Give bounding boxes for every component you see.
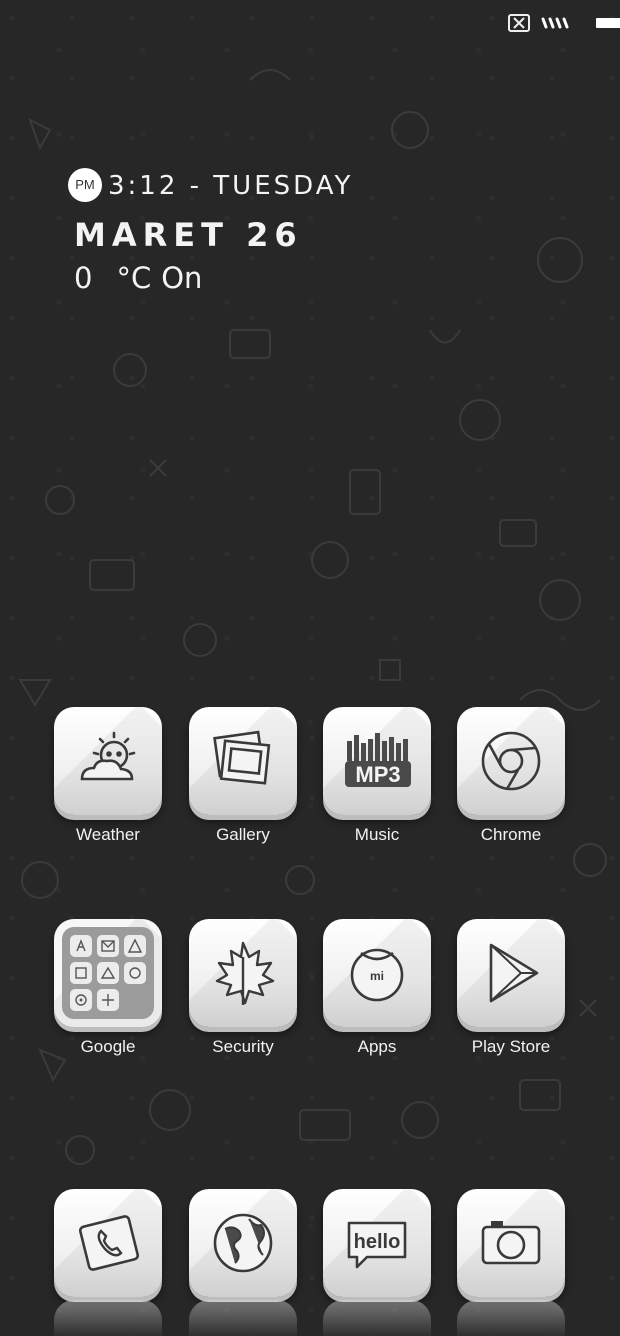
app-tile: [54, 1189, 162, 1297]
dock-browser[interactable]: [176, 1189, 310, 1297]
app-tile: [189, 707, 297, 815]
app-label: Music: [354, 825, 400, 844]
mini-duo-icon: [124, 962, 146, 984]
app-security[interactable]: Security: [176, 919, 310, 1057]
app-weather[interactable]: Weather: [41, 707, 175, 845]
mini-youtube-icon: [70, 989, 92, 1011]
app-apps[interactable]: mi Apps: [310, 919, 444, 1057]
home-screen: PM 3:12 - TUESDAY MARET 26 0 °C On Weather: [0, 0, 620, 1336]
leaf-icon: [215, 941, 275, 1005]
temperature-unit: °C: [116, 261, 152, 295]
app-tile: [189, 919, 297, 1027]
app-google-folder[interactable]: Google: [41, 919, 175, 1057]
gallery-icon: [213, 730, 271, 785]
battery-icon: [596, 18, 620, 28]
svg-text:MP3: MP3: [355, 762, 400, 787]
app-gallery[interactable]: Gallery: [176, 707, 310, 845]
app-label: Apps: [357, 1037, 397, 1056]
dock-messaging[interactable]: hello: [310, 1189, 444, 1297]
app-tile: [457, 707, 565, 815]
app-tile: hello: [323, 1189, 431, 1297]
app-tile: MP3: [323, 707, 431, 815]
dock-camera[interactable]: [444, 1189, 578, 1297]
dock-reflection: [457, 1300, 565, 1336]
dock-reflection: [189, 1300, 297, 1336]
dock-reflection: [323, 1300, 431, 1336]
weather-icon: [80, 731, 136, 781]
app-tile: [457, 1189, 565, 1297]
dock-phone[interactable]: [41, 1189, 175, 1297]
weather-location: On: [161, 261, 203, 295]
temperature: 0: [74, 261, 93, 295]
app-label: Play Store: [471, 1037, 551, 1056]
mini-photos-icon: [70, 962, 92, 984]
app-tile: [189, 1189, 297, 1297]
status-bar: [500, 12, 620, 36]
app-tile: mi: [323, 919, 431, 1027]
date: MARET 26: [74, 216, 303, 254]
play-store-icon: [489, 943, 539, 1003]
app-chrome[interactable]: Chrome: [444, 707, 578, 845]
chrome-icon: [481, 731, 541, 791]
svg-text:hello: hello: [354, 1231, 401, 1253]
signal-icon: [541, 17, 569, 29]
phone-icon: [78, 1215, 140, 1271]
app-label: Weather: [76, 825, 140, 844]
ampm-badge: PM: [68, 168, 102, 202]
folder-icon: [62, 927, 154, 1019]
app-tile: [457, 919, 565, 1027]
app-label: Chrome: [480, 825, 542, 844]
mi-apps-icon: mi: [350, 948, 404, 1002]
no-sim-icon: [508, 14, 530, 32]
music-mp3-icon: MP3: [345, 733, 411, 787]
mini-maps-icon: [124, 935, 146, 957]
camera-icon: [481, 1221, 541, 1265]
weather-readout: 0 °C On: [74, 261, 226, 295]
mini-drive-icon: [97, 962, 119, 984]
app-play-store[interactable]: Play Store: [444, 919, 578, 1057]
folder-tile: [54, 919, 162, 1027]
svg-text:mi: mi: [370, 969, 384, 983]
globe-icon: [213, 1213, 273, 1273]
app-label: Security: [212, 1037, 274, 1056]
app-music[interactable]: MP3 Music: [310, 707, 444, 845]
app-label: Gallery: [216, 825, 270, 844]
messaging-hello-icon: hello: [347, 1221, 407, 1269]
time-day: 3:12 - TUESDAY: [108, 171, 354, 201]
app-label: Google: [80, 1037, 136, 1056]
mini-app-icon: [70, 935, 92, 957]
mini-gmail-icon: [97, 935, 119, 957]
mini-play-icon: [97, 989, 119, 1011]
dock-reflection: [54, 1300, 162, 1336]
app-tile: [54, 707, 162, 815]
